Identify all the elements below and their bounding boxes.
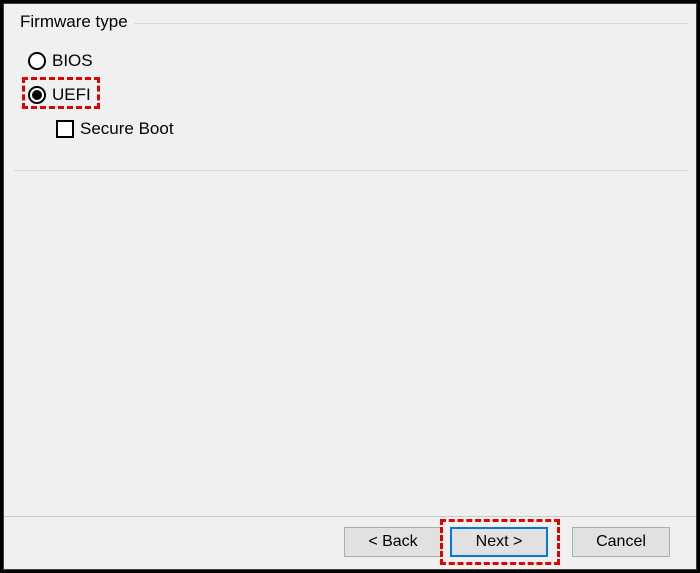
checkbox-icon — [56, 120, 74, 138]
next-button-label: Next > — [476, 533, 523, 551]
radio-icon — [28, 86, 46, 104]
button-bar: < Back Next > Cancel — [4, 517, 696, 569]
cancel-button[interactable]: Cancel — [572, 527, 670, 557]
back-button[interactable]: < Back — [344, 527, 442, 557]
radio-icon — [28, 52, 46, 70]
radio-uefi-label: UEFI — [52, 85, 91, 105]
group-border-bottom — [14, 170, 688, 171]
dialog-panel: Firmware type BIOS UEFI Secure Boot — [3, 3, 697, 570]
firmware-options: BIOS UEFI Secure Boot — [28, 46, 174, 144]
group-title: Firmware type — [18, 12, 130, 32]
group-border-top — [134, 23, 688, 24]
firmware-type-group: Firmware type BIOS UEFI Secure Boot — [14, 12, 692, 172]
cancel-button-label: Cancel — [596, 533, 646, 551]
content-area: Firmware type BIOS UEFI Secure Boot — [10, 4, 696, 504]
next-button[interactable]: Next > — [450, 527, 548, 557]
checkbox-secure-boot[interactable]: Secure Boot — [56, 114, 174, 144]
checkbox-secure-boot-label: Secure Boot — [80, 119, 174, 139]
back-button-label: < Back — [368, 533, 417, 551]
radio-uefi[interactable]: UEFI — [28, 80, 174, 110]
radio-bios[interactable]: BIOS — [28, 46, 174, 76]
radio-bios-label: BIOS — [52, 51, 93, 71]
radio-selected-dot-icon — [32, 90, 42, 100]
